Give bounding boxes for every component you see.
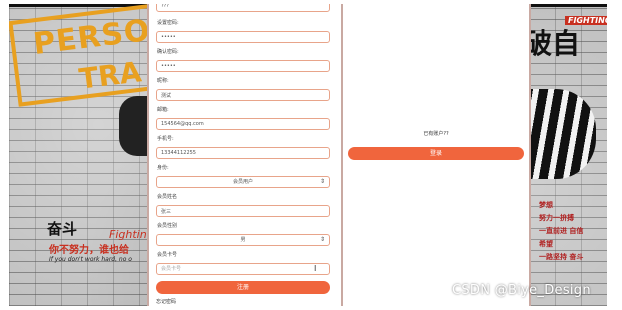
red-slogan-line: 一直前进 自信 (539, 227, 584, 235)
red-slogan-line: 努力一拚搏 (539, 214, 574, 222)
red-slogan-line: 梦想 (539, 201, 553, 209)
member-card-field[interactable] (156, 263, 330, 275)
login-panel: 已有账户?? 登录 (341, 4, 531, 306)
text-cursor-icon: I (314, 264, 317, 273)
member-name-label: 会员姓名 (157, 194, 178, 200)
identity-select[interactable]: 会员用户 ⇕ (156, 176, 330, 188)
csdn-watermark: CSDN @Biye_Design (452, 283, 591, 298)
member-gender-value: 男 (240, 237, 246, 243)
have-account-text: 已有账户?? (423, 131, 449, 137)
member-gender-select[interactable]: 男 ⇕ (156, 234, 330, 246)
fighting-badge-right: FIGHTING (565, 16, 607, 25)
slogan-chinese: 你不努力，谁也给 (49, 245, 129, 256)
tire-graphic-right (524, 89, 596, 179)
tire-graphic-left (119, 96, 149, 156)
register-button[interactable]: 注册 (156, 281, 330, 294)
chevron-down-icon: ⇕ (319, 236, 325, 243)
login-button[interactable]: 登录 (348, 147, 524, 160)
identity-label: 身份: (157, 165, 169, 171)
nickname-label: 昵称: (157, 78, 169, 84)
fendou-slogan: 奋斗 (47, 220, 78, 238)
email-label: 邮箱: (157, 107, 169, 113)
username-field[interactable] (156, 4, 330, 12)
password-field[interactable] (156, 31, 330, 43)
password-label: 设置密码: (157, 20, 179, 26)
slogan-english: If you don't work hard, no o (49, 256, 132, 263)
phone-label: 手机号: (157, 136, 174, 142)
confirm-password-label: 确认密码: (157, 49, 179, 55)
identity-select-value: 会员用户 (232, 179, 253, 185)
phone-field[interactable] (156, 147, 330, 159)
member-gender-label: 会员性别 (157, 223, 178, 229)
red-slogan-line: 希望 (539, 240, 553, 248)
forgot-password-link[interactable]: 忘记密码 (156, 298, 176, 305)
register-panel: 设置密码: 确认密码: 昵称: 邮箱: 手机号: 身份: 会员用户 ⇕ 会员姓名… (147, 4, 343, 306)
right-red-slogans: 梦想 努力一拚搏 一直前进 自信 希望 一路坚持 奋斗 (539, 199, 599, 264)
member-card-label: 会员卡号 (157, 252, 178, 258)
nickname-field[interactable] (156, 89, 330, 101)
member-name-field[interactable] (156, 205, 330, 217)
email-field[interactable] (156, 118, 330, 130)
right-title-graphic: 破自 (524, 27, 581, 60)
chevron-down-icon: ⇕ (319, 178, 325, 185)
red-slogan-line: 一路坚持 奋斗 (539, 253, 584, 261)
confirm-password-field[interactable] (156, 60, 330, 72)
screenshot-frame: PERSO TRA 奋斗 Fighting 你不努力，谁也给 If you do… (9, 4, 607, 306)
